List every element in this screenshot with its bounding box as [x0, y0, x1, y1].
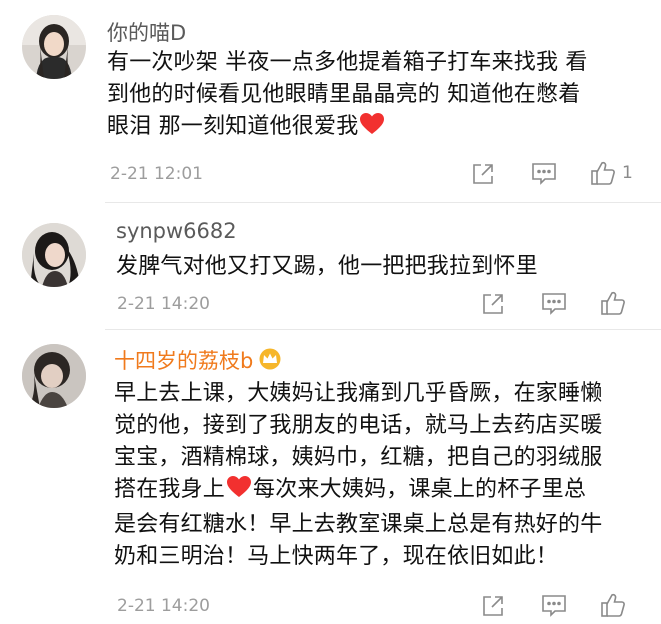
share-icon — [471, 162, 495, 186]
comment-item: synpw6682 发脾气对他又打又踢，他一把把我拉到怀里 2-21 14:20 — [0, 203, 661, 323]
comment-line-text: 眼泪 那一刻知道他很爱我 — [107, 114, 359, 139]
comment-line: 发脾气对他又打又踢，他一把把我拉到怀里 — [116, 254, 538, 279]
reply-button[interactable] — [541, 594, 567, 618]
username[interactable]: 你的喵D — [107, 17, 186, 47]
share-button[interactable] — [481, 292, 505, 316]
share-button[interactable] — [471, 162, 495, 186]
comment-line: 觉的他，接到了我朋友的电话，就马上去药店买暖 — [114, 413, 603, 438]
comment-item: 十四岁的荔枝b 早上去上课，大姨妈让我痛到几乎昏厥，在家睡懒 觉的他，接到了我朋… — [0, 330, 661, 624]
like-button[interactable] — [600, 290, 632, 316]
comment-text: 有一次吵架 半夜一点多他提着箱子打车来找我 看 到他的时候看见他眼睛里晶晶亮的 … — [107, 47, 647, 146]
comment-line: 有一次吵架 半夜一点多他提着箱子打车来找我 看 — [107, 50, 588, 75]
comment-line: 奶和三明治！马上快两年了，现在依旧如此！ — [114, 544, 559, 569]
comment-icon — [541, 292, 567, 316]
comment-line: 搭在我身上 每次来大姨妈，课桌上的杯子里总 — [114, 474, 654, 509]
share-icon — [481, 594, 505, 618]
comment-line: 是会有红糖水！早上去教室课桌上总是有热好的牛 — [114, 512, 603, 537]
like-icon — [590, 160, 616, 186]
like-icon — [600, 290, 626, 316]
timestamp: 2-21 14:20 — [117, 596, 210, 616]
comment-line: 早上去上课，大姨妈让我痛到几乎昏厥，在家睡懒 — [114, 381, 603, 406]
like-count: 1 — [622, 163, 633, 183]
avatar[interactable] — [22, 344, 86, 408]
like-icon — [600, 592, 626, 618]
comment-icon — [531, 162, 557, 186]
comment-line: 宝宝，酒精棉球，姨妈巾，红糖，把自己的羽绒服 — [114, 445, 603, 470]
comment-icon — [541, 594, 567, 618]
comment-text: 早上去上课，大姨妈让我痛到几乎昏厥，在家睡懒 觉的他，接到了我朋友的电话，就马上… — [114, 378, 654, 573]
like-button[interactable]: 1 — [590, 160, 633, 186]
share-icon — [481, 292, 505, 316]
username-vip[interactable]: 十四岁的荔枝b — [114, 345, 282, 375]
heart-icon — [359, 112, 385, 146]
like-button[interactable] — [600, 592, 632, 618]
share-button[interactable] — [481, 594, 505, 618]
comment-item: 你的喵D 有一次吵架 半夜一点多他提着箱子打车来找我 看 到他的时候看见他眼睛里… — [0, 0, 661, 200]
heart-icon — [226, 475, 252, 509]
username[interactable]: synpw6682 — [116, 219, 237, 243]
comment-line-text: 每次来大姨妈，课桌上的杯子里总 — [253, 477, 587, 502]
comment-line-text: 搭在我身上 — [114, 477, 226, 502]
crown-icon — [258, 348, 282, 375]
comment-line: 眼泪 那一刻知道他很爱我 — [107, 111, 647, 146]
reply-button[interactable] — [531, 162, 557, 186]
comment-line: 到他的时候看见他眼睛里晶晶亮的 知道他在憋着 — [107, 82, 581, 107]
timestamp: 2-21 14:20 — [117, 294, 210, 314]
avatar[interactable] — [22, 223, 86, 287]
username-text: 十四岁的荔枝b — [114, 349, 254, 373]
reply-button[interactable] — [541, 292, 567, 316]
avatar[interactable] — [22, 15, 86, 79]
timestamp: 2-21 12:01 — [110, 164, 203, 184]
comment-text: 发脾气对他又打又踢，他一把把我拉到怀里 — [116, 251, 646, 283]
